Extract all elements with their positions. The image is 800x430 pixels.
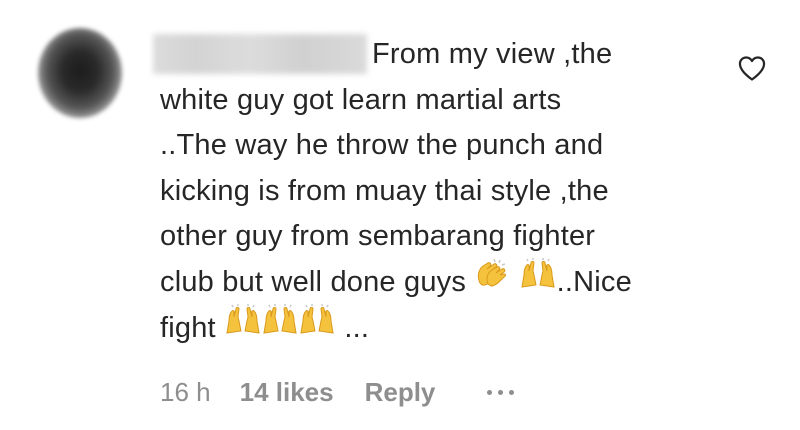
like-comment-button[interactable]: [737, 54, 767, 82]
comment-text: From my view ,the white guy got learn ma…: [160, 32, 720, 353]
comment-line-3: ..The way he throw the punch and: [160, 129, 604, 161]
comment-line-7: fight: [160, 312, 216, 345]
comment-timestamp[interactable]: 16 h: [160, 377, 211, 408]
reply-button[interactable]: Reply: [365, 377, 436, 408]
comment-item: From my view ,the white guy got learn ma…: [0, 0, 800, 430]
dot: [487, 389, 493, 395]
more-options-icon[interactable]: [487, 377, 515, 407]
comment-line-7b: ...: [344, 312, 370, 345]
comment-line-6b: ..Nice: [556, 265, 632, 298]
raising-hands-emoji-icon: [224, 303, 336, 350]
comment-line-2: white guy got learn martial arts: [160, 83, 562, 116]
heart-outline-icon[interactable]: [737, 54, 767, 82]
comment-line-5: other guy from sembarang fighter: [160, 220, 596, 252]
clapping-hands-emoji-icon: [474, 257, 556, 304]
avatar[interactable]: [38, 28, 122, 118]
comment-line-4: kicking is from muay thai style ,the: [160, 174, 609, 207]
dot: [498, 389, 504, 395]
comment-line-6: club but well done guys: [160, 265, 467, 298]
likes-count-button[interactable]: 14 likes: [240, 377, 334, 408]
dot: [509, 389, 515, 395]
comment-meta: 16 h 14 likes Reply: [160, 372, 515, 412]
comment-line-1: From my view ,the: [372, 38, 613, 70]
